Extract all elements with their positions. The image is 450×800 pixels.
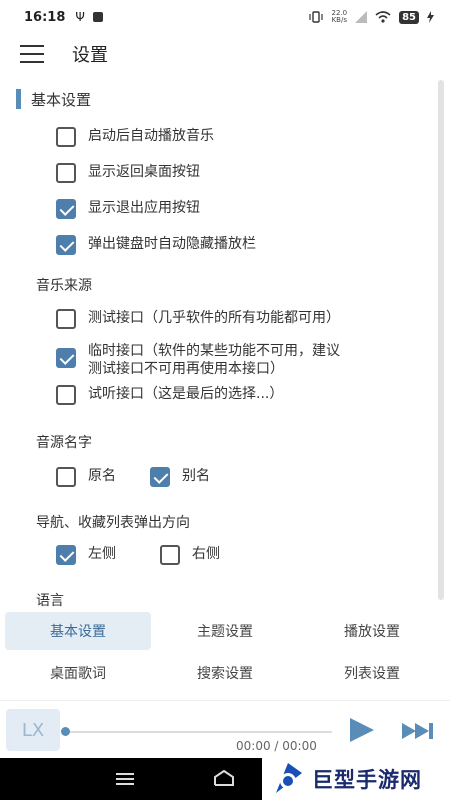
album-cover[interactable]: LX <box>6 709 60 751</box>
battery-icon: 85 <box>399 10 419 24</box>
next-track-icon[interactable] <box>402 721 434 741</box>
tab-playback[interactable]: 播放设置 <box>299 612 445 650</box>
signal-icon <box>355 11 368 23</box>
option-autoplay[interactable]: 启动后自动播放音乐 <box>56 127 214 147</box>
tab-search[interactable]: 搜索设置 <box>152 654 298 692</box>
notification-icon <box>92 12 103 22</box>
page-title: 设置 <box>72 45 108 66</box>
progress-bar[interactable] <box>64 731 332 733</box>
tab-theme[interactable]: 主题设置 <box>152 612 298 650</box>
tab-list[interactable]: 列表设置 <box>299 654 445 692</box>
option-show-exit-button[interactable]: 显示退出应用按钮 <box>56 199 200 219</box>
net-speed: 22.0 KB/s <box>331 9 348 24</box>
nav-menu-icon[interactable] <box>116 773 134 785</box>
progress-handle[interactable] <box>61 727 70 736</box>
option-left-side[interactable]: 左侧 <box>56 545 116 565</box>
section-title-nav-direction: 导航、收藏列表弹出方向 <box>36 515 190 531</box>
checkbox[interactable] <box>56 127 76 147</box>
playback-time: 00:00 / 00:00 <box>236 739 317 753</box>
tab-basic[interactable]: 基本设置 <box>5 612 151 650</box>
menu-icon[interactable] <box>20 45 44 63</box>
nav-home-icon[interactable] <box>213 769 235 787</box>
status-bar: 16:18 Ψ 22.0 KB/s 85 <box>0 0 450 34</box>
status-time: 16:18 <box>24 9 66 25</box>
option-preview-api[interactable]: 试听接口（这是最后的选择...） <box>56 385 283 405</box>
option-hide-player-on-keyboard[interactable]: 弹出键盘时自动隐藏播放栏 <box>56 235 256 255</box>
section-title-basic: 基本设置 <box>16 88 91 110</box>
tab-desktop-lyrics[interactable]: 桌面歌词 <box>5 654 151 692</box>
player-bar: LX 00:00 / 00:00 <box>0 700 450 758</box>
radio-option-checked[interactable] <box>56 348 76 368</box>
section-title-source-name: 音源名字 <box>36 435 92 451</box>
checkbox-checked[interactable] <box>56 235 76 255</box>
option-temp-api[interactable]: 临时接口（软件的某些功能不可用，建议 测试接口不可用再使用本接口） <box>56 342 340 378</box>
watermark-text: 巨型手游网 <box>312 768 422 792</box>
vibrate-icon <box>309 11 324 23</box>
app-header: 设置 <box>0 34 450 74</box>
section-title-music-source: 音乐来源 <box>36 278 92 294</box>
watermark: 巨型手游网 <box>262 758 450 800</box>
usb-icon: Ψ <box>75 10 85 24</box>
section-title-language: 语言 <box>36 593 64 608</box>
radio-option[interactable] <box>56 309 76 329</box>
radio-option[interactable] <box>160 545 180 565</box>
option-alias-name[interactable]: 别名 <box>150 467 210 487</box>
option-show-home-button[interactable]: 显示返回桌面按钮 <box>56 163 200 183</box>
wifi-icon <box>375 11 391 23</box>
charging-icon <box>427 11 434 23</box>
option-right-side[interactable]: 右侧 <box>160 545 220 565</box>
watermark-logo-icon <box>276 763 302 793</box>
radio-option-checked[interactable] <box>56 545 76 565</box>
checkbox-checked[interactable] <box>56 199 76 219</box>
radio-option[interactable] <box>56 467 76 487</box>
radio-option-checked[interactable] <box>150 467 170 487</box>
option-original-name[interactable]: 原名 <box>56 467 116 487</box>
scrollbar[interactable] <box>438 80 444 600</box>
radio-option[interactable] <box>56 385 76 405</box>
option-test-api[interactable]: 测试接口（几乎软件的所有功能都可用） <box>56 309 340 329</box>
play-icon[interactable] <box>350 718 374 742</box>
checkbox[interactable] <box>56 163 76 183</box>
settings-tabs: 基本设置 主题设置 播放设置 桌面歌词 搜索设置 列表设置 <box>0 608 450 700</box>
settings-content[interactable]: 基本设置 启动后自动播放音乐 显示返回桌面按钮 显示退出应用按钮 弹出键盘时自动… <box>0 74 450 608</box>
